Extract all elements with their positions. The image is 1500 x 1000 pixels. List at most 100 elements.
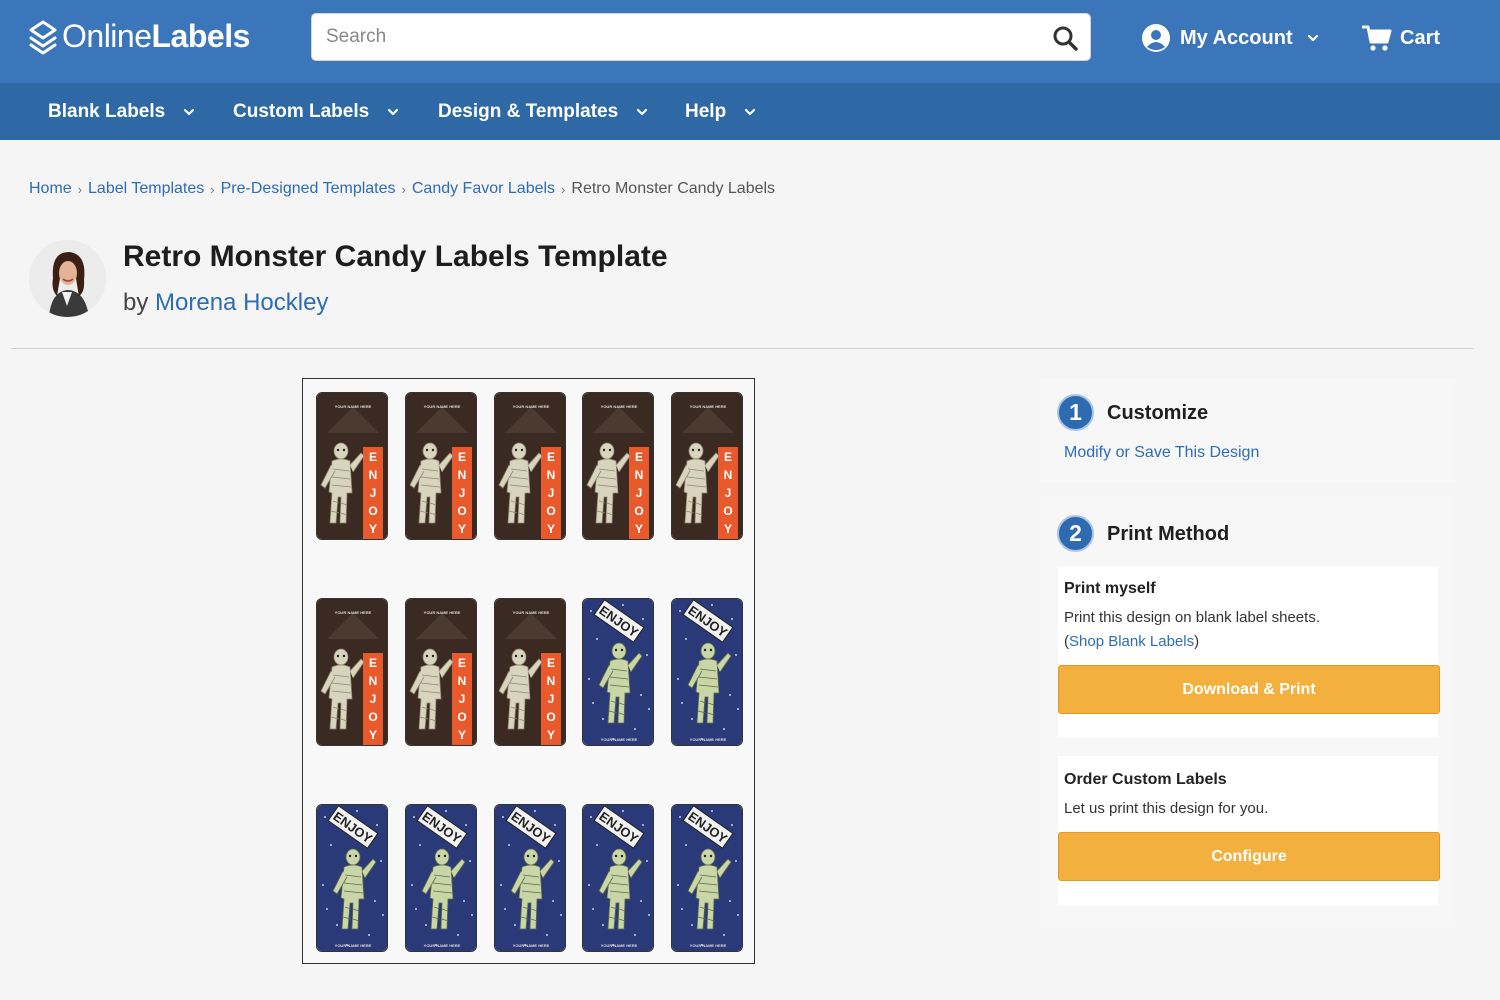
customize-panel: 1 Customize Modify or Save This Design (1040, 378, 1455, 482)
shop-blank-labels-line: (Shop Blank Labels) (1064, 633, 1199, 650)
candy-label-mummy-brown: YOUR NAME HERE E N J O Y (316, 392, 388, 540)
candy-label-mummy-blue: ENJOY YOUR NAME HERE (494, 804, 566, 952)
chevron-down-icon (1307, 34, 1318, 42)
download-print-button[interactable]: Download & Print (1058, 665, 1440, 714)
nav-label: Blank Labels (48, 100, 166, 122)
svg-text:Y: Y (635, 522, 643, 536)
svg-text:YOUR NAME HERE: YOUR NAME HERE (601, 737, 638, 742)
search-icon[interactable] (1052, 25, 1078, 51)
logo-icon (29, 20, 57, 54)
svg-text:Y: Y (724, 522, 732, 536)
order-custom-text: Let us print this design for you. (1064, 800, 1269, 817)
candy-label-mummy-brown: YOUR NAME HERE E N J O Y (494, 598, 566, 746)
svg-text:Y: Y (547, 522, 555, 536)
svg-text:J: J (459, 486, 466, 500)
chevron-down-icon (388, 108, 399, 115)
svg-text:O: O (457, 710, 466, 724)
candy-label-mummy-brown: YOUR NAME HERE E N J O Y (316, 598, 388, 746)
author-photo (29, 240, 106, 317)
my-account-label: My Account (1180, 26, 1293, 49)
site-logo[interactable]: Online Labels (28, 18, 250, 55)
svg-text:O: O (368, 710, 377, 724)
nav-blank-labels[interactable]: Blank Labels (48, 83, 195, 140)
nav-label: Custom Labels (233, 100, 370, 122)
candy-label-mummy-brown: YOUR NAME HERE E N J O Y (494, 392, 566, 540)
breadcrumb-home[interactable]: Home (29, 180, 72, 198)
chevron-down-icon (637, 108, 648, 115)
label-sheet-preview[interactable]: YOUR NAME HERE E N J O Y YOUR NAME HERE E N J O Y YO… (302, 378, 755, 964)
order-custom-card: Order Custom Labels Let us print this de… (1058, 756, 1438, 906)
nav-custom-labels[interactable]: Custom Labels (233, 83, 399, 140)
svg-text:Y: Y (369, 728, 377, 742)
svg-text:J: J (459, 692, 466, 706)
svg-text:E: E (369, 450, 377, 464)
candy-label-mummy-blue: ENJOY YOUR NAME HERE (405, 804, 477, 952)
print-myself-title: Print myself (1064, 580, 1156, 597)
candy-label-mummy-brown: YOUR NAME HERE E N J O Y (671, 392, 743, 540)
author-avatar[interactable] (29, 240, 106, 317)
svg-text:YOUR NAME HERE: YOUR NAME HERE (690, 943, 727, 948)
candy-label-mummy-brown: YOUR NAME HERE E N J O Y (582, 392, 654, 540)
svg-text:YOUR NAME HERE: YOUR NAME HERE (601, 943, 638, 948)
svg-text:N: N (458, 468, 467, 482)
svg-text:YOUR NAME HERE: YOUR NAME HERE (424, 943, 461, 948)
breadcrumb-pre-designed-templates[interactable]: Pre-Designed Templates (221, 180, 396, 198)
svg-text:J: J (370, 486, 377, 500)
svg-text:N: N (724, 468, 733, 482)
main-nav: Blank Labels Custom Labels Design & Temp… (0, 83, 1500, 140)
breadcrumb-separator: › (77, 181, 83, 197)
svg-text:O: O (546, 504, 555, 518)
svg-text:YOUR NAME HERE: YOUR NAME HERE (424, 610, 461, 615)
svg-text:YOUR NAME HERE: YOUR NAME HERE (690, 737, 727, 742)
step-2-badge: 2 (1057, 515, 1094, 552)
breadcrumb-separator: › (561, 181, 566, 197)
candy-label-mummy-blue: ENJOY YOUR NAME HERE (671, 598, 743, 746)
logo-text-light: Online (62, 18, 152, 54)
svg-text:N: N (547, 674, 556, 688)
svg-text:E: E (547, 450, 555, 464)
svg-text:J: J (636, 486, 643, 500)
chevron-down-icon (184, 108, 195, 115)
svg-text:J: J (548, 692, 555, 706)
svg-text:YOUR NAME HERE: YOUR NAME HERE (335, 943, 372, 948)
logo-text-bold: Labels (151, 18, 251, 54)
nav-label: Help (685, 100, 727, 122)
svg-text:Y: Y (547, 728, 555, 742)
svg-text:YOUR NAME HERE: YOUR NAME HERE (513, 610, 550, 615)
search-input[interactable] (312, 14, 1042, 60)
svg-text:E: E (369, 656, 377, 670)
svg-text:E: E (724, 450, 732, 464)
svg-text:YOUR NAME HERE: YOUR NAME HERE (335, 610, 372, 615)
svg-text:Y: Y (458, 728, 466, 742)
svg-text:N: N (458, 674, 467, 688)
modify-save-design-link[interactable]: Modify or Save This Design (1064, 444, 1259, 462)
page-title: Retro Monster Candy Labels Template (123, 240, 668, 273)
svg-text:YOUR NAME HERE: YOUR NAME HERE (513, 943, 550, 948)
print-method-title: Print Method (1107, 523, 1230, 545)
account-user-icon (1142, 24, 1170, 52)
print-myself-text: Print this design on blank label sheets. (1064, 609, 1320, 626)
svg-text:E: E (635, 450, 643, 464)
svg-text:Y: Y (369, 522, 377, 536)
breadcrumb-label-templates[interactable]: Label Templates (88, 180, 204, 198)
author-link[interactable]: Morena Hockley (155, 289, 328, 316)
order-custom-title: Order Custom Labels (1064, 771, 1227, 788)
breadcrumb-candy-favor-labels[interactable]: Candy Favor Labels (412, 180, 555, 198)
candy-label-mummy-blue: ENJOY YOUR NAME HERE (582, 804, 654, 952)
configure-button[interactable]: Configure (1058, 832, 1440, 881)
breadcrumb-separator: › (401, 181, 406, 197)
nav-help[interactable]: Help (685, 83, 756, 140)
svg-text:YOUR NAME HERE: YOUR NAME HERE (513, 404, 550, 409)
chevron-down-icon (745, 108, 756, 115)
my-account-menu[interactable]: My Account (1142, 22, 1319, 54)
svg-text:E: E (547, 656, 555, 670)
cart-label: Cart (1400, 26, 1441, 49)
svg-text:N: N (547, 468, 556, 482)
shop-blank-labels-link[interactable]: Shop Blank Labels (1069, 633, 1194, 650)
svg-text:N: N (369, 468, 378, 482)
svg-text:N: N (635, 468, 644, 482)
cart-link[interactable]: Cart (1362, 24, 1440, 52)
divider (11, 348, 1473, 349)
svg-text:Y: Y (458, 522, 466, 536)
nav-design-templates[interactable]: Design & Templates (438, 83, 648, 140)
